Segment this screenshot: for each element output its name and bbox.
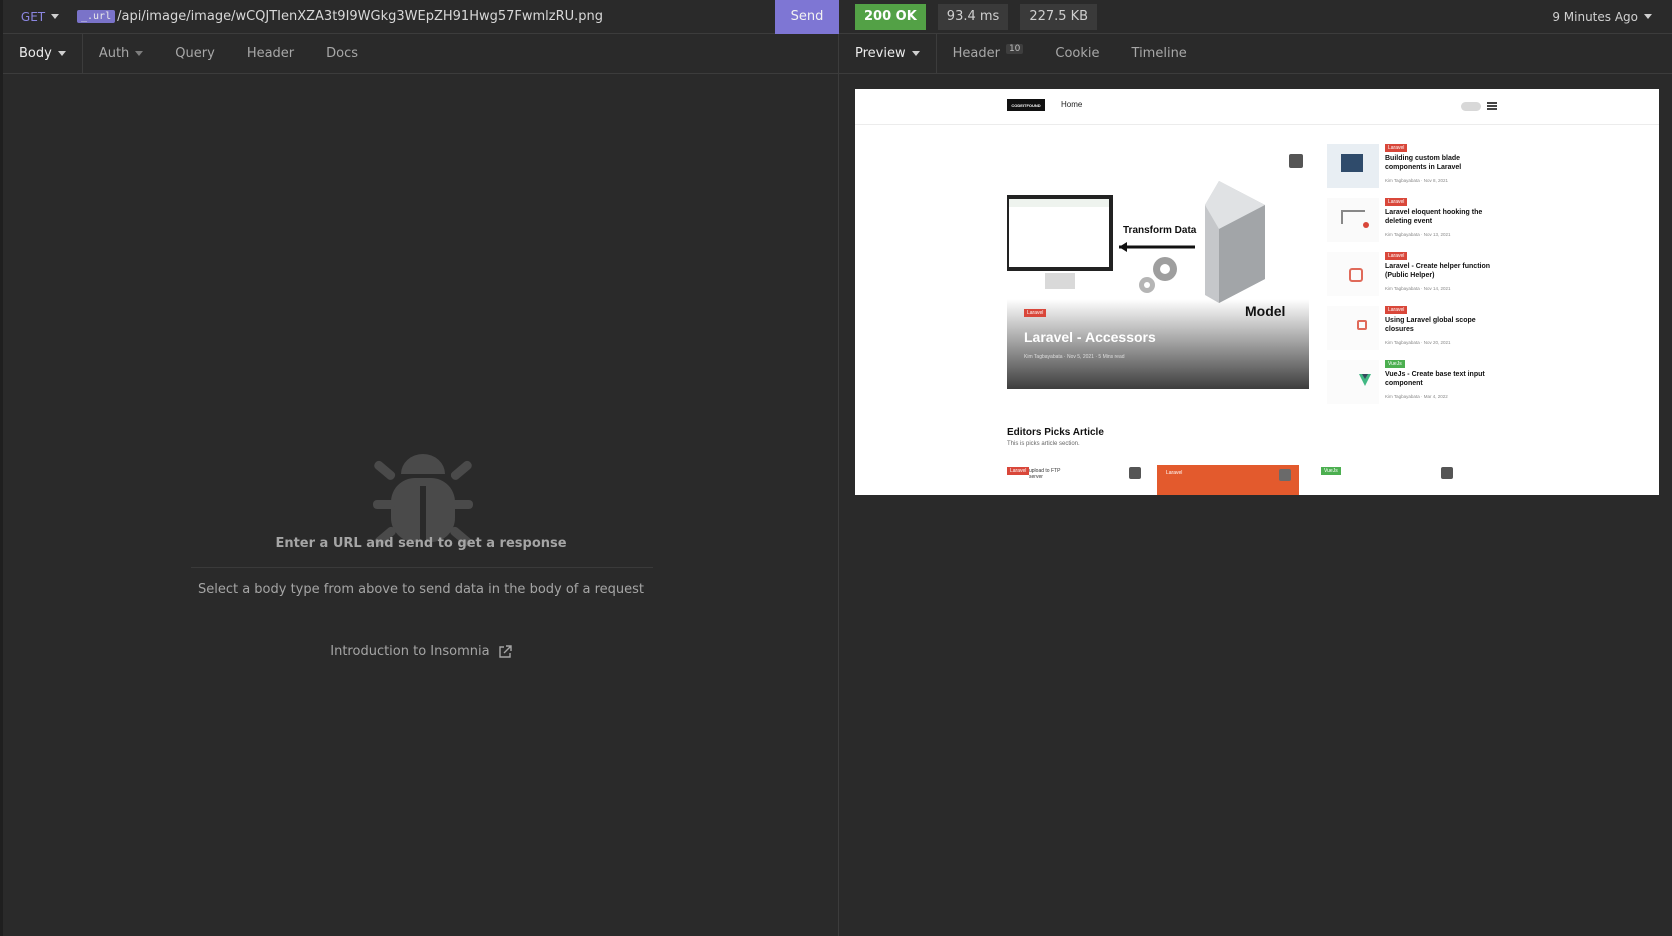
insomnia-app: GET _.url /api/image/image/wCQJTIenXZA3t… bbox=[0, 0, 1672, 936]
status-badge: 200 OK bbox=[855, 3, 926, 30]
pick-text: upload to FTP server bbox=[1029, 468, 1061, 480]
method-label: GET bbox=[20, 9, 46, 24]
side-post: Laravel Building custom blade components… bbox=[1327, 144, 1527, 192]
hero-art-label-model: Model bbox=[1245, 303, 1286, 319]
tab-body[interactable]: Body bbox=[3, 33, 83, 74]
tab-response-header[interactable]: Header 10 bbox=[937, 34, 1040, 74]
post-title: Laravel - Create helper function (Public… bbox=[1385, 263, 1491, 279]
post-thumbnail bbox=[1327, 252, 1379, 296]
post-meta: Kim Tagbayabata · Nov 8, 2021 bbox=[1385, 178, 1448, 183]
divider bbox=[191, 567, 653, 568]
hero-category-tag: Laravel bbox=[1024, 309, 1047, 317]
tab-cookie[interactable]: Cookie bbox=[1039, 34, 1115, 74]
vue-logo-icon bbox=[1359, 374, 1371, 386]
empty-state-title: Enter a URL and send to get a response bbox=[275, 536, 567, 551]
tab-auth[interactable]: Auth bbox=[83, 34, 159, 74]
bookmark-icon bbox=[1279, 469, 1291, 481]
tab-auth-label: Auth bbox=[98, 46, 130, 61]
pick-card: Laravel upload to FTP server bbox=[1007, 465, 1149, 495]
hero-art-label-transform: Transform Data bbox=[1123, 225, 1197, 236]
tab-header[interactable]: Header bbox=[231, 34, 310, 74]
tab-header-label: Header bbox=[952, 46, 1000, 61]
side-post: VueJs VueJs - Create base text input com… bbox=[1327, 360, 1527, 408]
response-image-preview: CODEITFOUND Home Transform Data Model La… bbox=[855, 89, 1659, 495]
tab-docs[interactable]: Docs bbox=[310, 34, 374, 74]
post-thumbnail bbox=[1327, 360, 1379, 404]
response-status-bar: 200 OK 93.4 ms 227.5 KB 9 Minutes Ago bbox=[839, 0, 1672, 34]
external-link-icon bbox=[499, 644, 512, 658]
pick-tag: Laravel bbox=[1007, 467, 1030, 475]
hero-meta: Kim Tagbayabata · Nov 5, 2021 · 5 Mins r… bbox=[1024, 354, 1125, 360]
post-tag: VueJs bbox=[1385, 360, 1405, 368]
post-title: Laravel eloquent hooking the deleting ev… bbox=[1385, 209, 1483, 225]
intro-link-label: Introduction to Insomnia bbox=[330, 644, 490, 659]
post-title: Building custom blade components in Lara… bbox=[1385, 155, 1462, 171]
response-size: 227.5 KB bbox=[1020, 3, 1098, 30]
post-meta: Kim Tagbayabata · Mar 4, 2022 bbox=[1385, 394, 1448, 399]
chevron-down-icon bbox=[1644, 14, 1652, 19]
request-pane: GET _.url /api/image/image/wCQJTIenXZA3t… bbox=[0, 0, 839, 936]
bookmark-icon bbox=[1129, 467, 1141, 479]
intro-link[interactable]: Introduction to Insomnia bbox=[3, 644, 839, 659]
hero-article: Transform Data Model Laravel Laravel - A… bbox=[1007, 149, 1309, 389]
method-dropdown[interactable]: GET bbox=[3, 0, 77, 34]
bookmark-icon bbox=[1441, 467, 1453, 479]
site-nav-home: Home bbox=[1061, 100, 1083, 109]
tab-body-label: Body bbox=[19, 46, 52, 61]
response-time: 93.4 ms bbox=[937, 3, 1009, 30]
bookmark-icon bbox=[1289, 154, 1303, 168]
post-meta: Kim Tagbayabata · Nov 13, 2021 bbox=[1385, 232, 1451, 237]
send-button[interactable]: Send bbox=[775, 0, 839, 34]
site-logo: CODEITFOUND bbox=[1007, 99, 1045, 111]
chevron-down-icon bbox=[57, 51, 66, 56]
tab-preview[interactable]: Preview bbox=[839, 33, 937, 74]
tab-timeline[interactable]: Timeline bbox=[1116, 34, 1203, 74]
request-tabs: Body Auth Query Header Docs bbox=[3, 33, 839, 74]
response-pane: 200 OK 93.4 ms 227.5 KB 9 Minutes Ago Pr… bbox=[839, 0, 1672, 936]
hamburger-menu-icon bbox=[1487, 102, 1497, 110]
post-meta: Kim Tagbayabata · Nov 14, 2021 bbox=[1385, 286, 1451, 291]
hero-title: Laravel - Accessors bbox=[1024, 329, 1156, 345]
url-path: /api/image/image/wCQJTIenXZA3t9I9WGkg3WE… bbox=[117, 9, 604, 24]
response-tabs: Preview Header 10 Cookie Timeline bbox=[839, 33, 1672, 74]
empty-state: Enter a URL and send to get a response S… bbox=[3, 74, 839, 936]
post-meta: Kim Tagbayabata · Nov 20, 2021 bbox=[1385, 340, 1451, 345]
side-post: Laravel Using Laravel global scope closu… bbox=[1327, 306, 1527, 354]
pick-tag: VueJs bbox=[1321, 467, 1341, 475]
header-count-badge: 10 bbox=[1005, 43, 1024, 54]
post-thumbnail bbox=[1327, 144, 1379, 188]
post-tag: Laravel bbox=[1385, 306, 1408, 314]
url-variable-tag[interactable]: _.url bbox=[77, 10, 116, 23]
pick-tag: Laravel bbox=[1166, 470, 1183, 476]
side-post: Laravel Laravel - Create helper function… bbox=[1327, 252, 1527, 300]
chevron-down-icon bbox=[911, 51, 920, 56]
pick-card: Laravel bbox=[1157, 465, 1299, 495]
response-age: 9 Minutes Ago bbox=[1552, 9, 1638, 24]
post-title: Using Laravel global scope closures bbox=[1385, 317, 1476, 333]
post-title: VueJs - Create base text input component bbox=[1385, 371, 1485, 387]
picks-section-subtitle: This is picks article section. bbox=[1007, 441, 1080, 447]
theme-toggle-icon bbox=[1461, 102, 1481, 111]
post-tag: Laravel bbox=[1385, 144, 1408, 152]
post-tag: Laravel bbox=[1385, 198, 1408, 206]
post-thumbnail bbox=[1327, 306, 1379, 350]
tab-preview-label: Preview bbox=[855, 46, 906, 61]
history-dropdown[interactable]: 9 Minutes Ago bbox=[1552, 10, 1652, 24]
picks-section-title: Editors Picks Article bbox=[1007, 427, 1104, 438]
url-bar: GET _.url /api/image/image/wCQJTIenXZA3t… bbox=[3, 0, 839, 34]
empty-state-subtitle: Select a body type from above to send da… bbox=[197, 582, 645, 597]
preview-navbar: CODEITFOUND Home bbox=[855, 89, 1659, 125]
pick-card: VueJs bbox=[1321, 465, 1463, 495]
post-tag: Laravel bbox=[1385, 252, 1408, 260]
url-input[interactable]: _.url /api/image/image/wCQJTIenXZA3t9I9W… bbox=[77, 0, 775, 34]
chevron-down-icon bbox=[51, 14, 60, 19]
post-thumbnail bbox=[1327, 198, 1379, 242]
side-post: Laravel Laravel eloquent hooking the del… bbox=[1327, 198, 1527, 246]
tab-query[interactable]: Query bbox=[159, 34, 231, 74]
chevron-down-icon bbox=[135, 51, 144, 56]
